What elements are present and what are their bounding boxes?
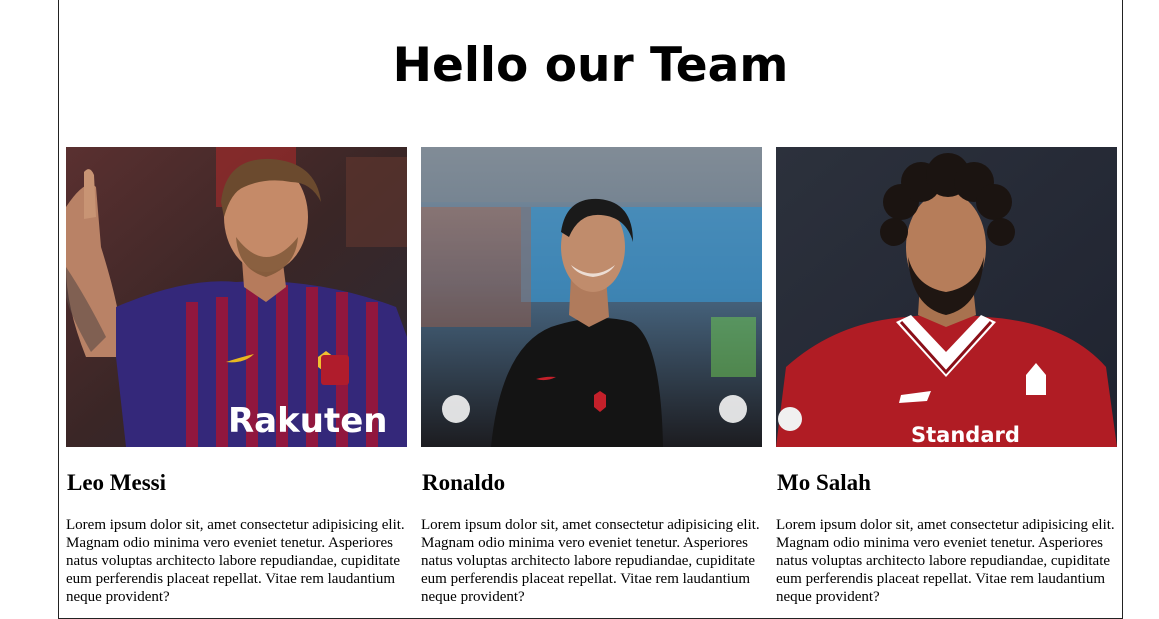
player-name: Leo Messi — [67, 470, 167, 495]
player-photo-ronaldo — [421, 147, 762, 447]
jersey-sponsor-text: Standard — [911, 423, 1020, 447]
player-bio: Lorem ipsum dolor sit, amet consectetur … — [66, 517, 405, 605]
page-title: Hello our Team — [392, 38, 789, 93]
player-photo-salah: Standard — [776, 147, 1117, 447]
team-section: Hello our Team Rakuten Leo Messi Lorem i… — [58, 0, 1123, 619]
team-card-ronaldo: Ronaldo Lorem ipsum dolor sit, amet cons… — [421, 147, 762, 605]
team-card-salah: Standard Mo Salah Lorem ipsum dolor sit,… — [776, 147, 1117, 605]
player-photo-messi: Rakuten — [66, 147, 407, 447]
player-name: Mo Salah — [777, 470, 871, 495]
team-card-messi: Rakuten Leo Messi Lorem ipsum dolor sit,… — [66, 147, 407, 605]
player-name: Ronaldo — [422, 470, 506, 495]
jersey-sponsor-text: Rakuten — [228, 401, 387, 441]
player-bio: Lorem ipsum dolor sit, amet consectetur … — [421, 517, 760, 605]
player-bio: Lorem ipsum dolor sit, amet consectetur … — [776, 517, 1115, 605]
